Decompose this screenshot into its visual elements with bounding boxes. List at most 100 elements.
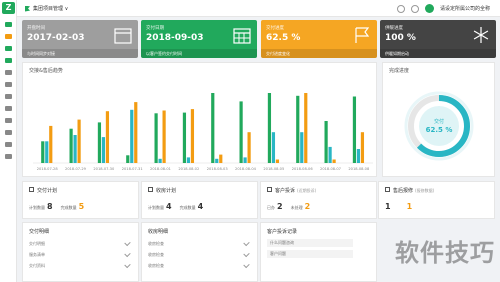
kpi-footer: 以客户签约交付时间 bbox=[141, 49, 257, 58]
list-item[interactable]: 收房检查 bbox=[148, 241, 164, 247]
check-icon bbox=[243, 250, 250, 258]
report-icon[interactable] bbox=[5, 118, 12, 123]
stat-value: 4 bbox=[166, 202, 172, 211]
kpi-label: 交付日期 bbox=[146, 26, 164, 31]
grid-calendar-icon bbox=[233, 28, 251, 44]
stat-title-row: 收房计划 bbox=[148, 187, 176, 194]
chart-bar bbox=[105, 111, 110, 163]
check-icon bbox=[243, 261, 250, 269]
project-selector[interactable]: 集团项目管理 ∨ bbox=[25, 5, 68, 12]
x-tick-label: 2018-07-29 bbox=[65, 167, 87, 171]
chart-bar bbox=[134, 102, 138, 163]
list-item[interactable]: 收房检查 bbox=[148, 263, 164, 269]
home-icon[interactable] bbox=[5, 34, 12, 39]
stat-card[interactable]: 售后报修 (报修数据) 1 1 bbox=[378, 181, 495, 219]
tools-icon[interactable] bbox=[5, 142, 12, 147]
chart-bar bbox=[243, 157, 247, 163]
x-tick-label: 2018-08-06 bbox=[292, 167, 314, 171]
stat-card[interactable]: 交付计划计划数量 8 完成数量 5 bbox=[22, 181, 139, 219]
people-icon bbox=[267, 187, 272, 192]
check-icon bbox=[124, 239, 131, 247]
x-tick-label: 2018-08-05 bbox=[263, 167, 284, 171]
chart-bar bbox=[328, 146, 332, 163]
stat-card[interactable]: 收房计划计划数量 4 完成数量 4 bbox=[141, 181, 258, 219]
user-icon[interactable] bbox=[5, 94, 12, 99]
detail-list-panel: 交付明细 交付明细 服务清单 交付资料 bbox=[22, 222, 139, 282]
trend-bar-chart: 2018-07-28 2018-07-29 2018-07-30 2018-07-31… bbox=[33, 93, 373, 171]
progress-donut: 交付62.5 % bbox=[404, 91, 474, 161]
kpi-card[interactable]: 交付进度 62.5 % 交付进度变化 bbox=[261, 20, 377, 58]
list-item[interactable]: 交付资料 bbox=[29, 263, 45, 269]
chart-bar bbox=[158, 158, 162, 163]
user-name[interactable]: 请设定所属公司的全称 bbox=[440, 5, 490, 12]
x-tick-label: 2018-07-30 bbox=[93, 167, 115, 171]
chart-bar bbox=[275, 159, 280, 163]
kpi-card[interactable]: 交付日期 2018-09-03 以客户签约交付时间 bbox=[141, 20, 257, 58]
chart-bar bbox=[296, 95, 300, 163]
trend-chart-panel: 交接&售后趋势 2018-07-28 2018-07-29 2018-07-30 20… bbox=[22, 62, 377, 177]
list-item[interactable]: 什么问题咨询 bbox=[267, 239, 353, 247]
stat-numbers: 计划数量 8 完成数量 5 bbox=[29, 202, 84, 211]
detail-list-panel: 客户投诉记录 什么问题咨询 客户问题 bbox=[260, 222, 377, 282]
app-logo[interactable]: Z bbox=[2, 2, 15, 14]
list-item[interactable]: 交付明细 bbox=[29, 241, 45, 247]
menu-icon[interactable] bbox=[5, 22, 12, 27]
chart-bar bbox=[356, 149, 361, 163]
kpi-footer: 供暖如期启动 bbox=[380, 49, 496, 58]
message-icon[interactable] bbox=[396, 4, 405, 13]
stat-value: 1 bbox=[385, 202, 391, 211]
chart-bar bbox=[271, 132, 276, 163]
kpi-card[interactable]: 供暖进度 100 % 供暖如期启动 bbox=[380, 20, 496, 58]
donut-value: 62.5 % bbox=[426, 126, 453, 134]
chart-bar bbox=[182, 112, 187, 163]
chart-bar bbox=[162, 110, 166, 163]
stat-subtitle: (近期投诉) bbox=[297, 188, 317, 193]
chart-bar bbox=[332, 159, 336, 163]
kpi-label: 供暖进度 bbox=[385, 26, 403, 31]
kpi-value: 2018-09-03 bbox=[146, 33, 204, 43]
chart-bar bbox=[186, 157, 191, 163]
help-icon[interactable] bbox=[5, 154, 12, 159]
chart-bar bbox=[300, 132, 304, 163]
notification-icon[interactable] bbox=[410, 4, 419, 13]
stat-title-row: 交付计划 bbox=[29, 187, 57, 194]
flag-icon bbox=[25, 5, 30, 12]
chart-bar bbox=[41, 141, 45, 163]
archive-icon[interactable] bbox=[5, 130, 12, 135]
chart-icon[interactable] bbox=[5, 70, 12, 75]
wrench-icon bbox=[385, 187, 390, 192]
grid-icon[interactable] bbox=[5, 58, 12, 63]
snowflake-icon bbox=[473, 27, 489, 43]
chart-bar bbox=[101, 137, 106, 163]
stat-card[interactable]: 客户投诉 (近期投诉) 已办 2 未处理 2 bbox=[260, 181, 377, 219]
stat-value: 2 bbox=[304, 202, 311, 211]
chart-bar bbox=[352, 96, 357, 163]
chart-bar bbox=[247, 132, 251, 163]
stat-subtitle: (报修数据) bbox=[415, 188, 435, 193]
list-item[interactable]: 服务清单 bbox=[29, 252, 45, 258]
stat-key: 未处理 bbox=[290, 205, 303, 210]
chart-bar bbox=[324, 121, 328, 163]
x-tick-label: 2018-07-28 bbox=[37, 167, 59, 171]
avatar[interactable] bbox=[424, 4, 434, 13]
stat-value: 8 bbox=[47, 202, 53, 211]
kpi-value: 62.5 % bbox=[266, 33, 301, 43]
stat-numbers: 计划数量 4 完成数量 4 bbox=[148, 202, 203, 211]
chart-bar bbox=[219, 154, 223, 163]
list-item[interactable]: 客户问题 bbox=[267, 250, 353, 258]
settings-icon[interactable] bbox=[5, 106, 12, 111]
list-icon[interactable] bbox=[5, 46, 12, 51]
stat-title-row: 客户投诉 (近期投诉) bbox=[267, 187, 316, 194]
list-item[interactable]: 收房检查 bbox=[148, 252, 164, 258]
chart-bar bbox=[211, 93, 215, 163]
doc-icon[interactable] bbox=[5, 82, 12, 87]
list-title: 交付明细 bbox=[29, 229, 50, 235]
stat-value: 2 bbox=[277, 202, 283, 211]
chart-bar bbox=[77, 119, 81, 163]
chart-bar bbox=[49, 125, 53, 163]
kpi-card[interactable]: 开盘时间 2017-02-03 与时间同步对接 bbox=[22, 20, 138, 58]
flag-icon bbox=[355, 27, 370, 43]
stat-key: 已办 bbox=[267, 205, 275, 210]
sidebar: Z bbox=[0, 0, 17, 282]
stat-title: 交付计划 bbox=[37, 188, 58, 194]
